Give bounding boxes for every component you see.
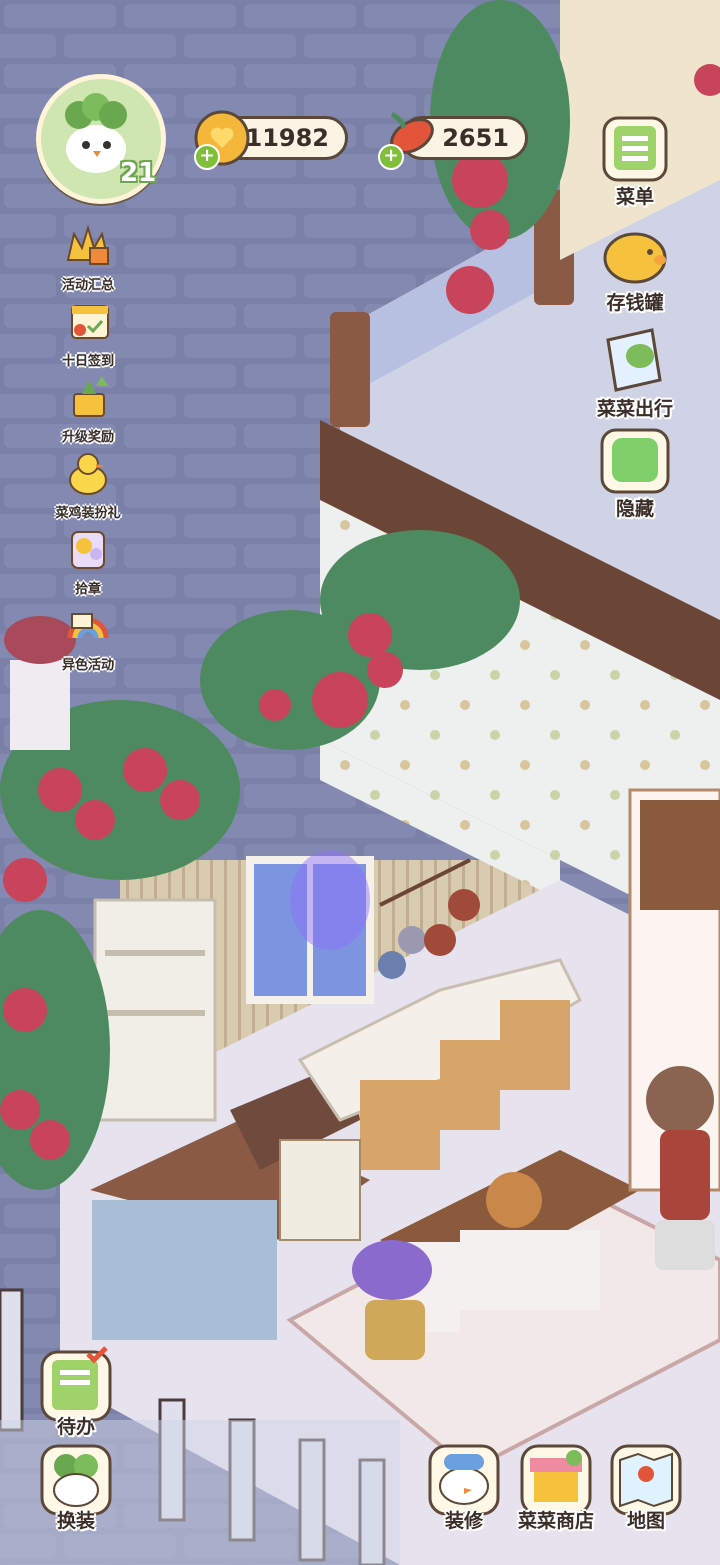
menu-board-icon <box>602 116 668 182</box>
checkin-basket-icon <box>71 305 109 339</box>
todo-label: 待办 <box>56 1416 95 1438</box>
chick-outfit-icon <box>69 453 107 495</box>
veggie-shop-label: 菜菜商店 <box>517 1510 594 1532</box>
recipe-menu-button[interactable]: 菜单 <box>594 110 676 209</box>
collect-badge-label: 拾章 <box>74 582 101 597</box>
chick-outfit-gift-label: 菜鸡装扮礼 <box>55 506 121 521</box>
player-level: 21 <box>120 158 157 188</box>
color-variant-event-label: 异色活动 <box>61 658 114 673</box>
decorate-button[interactable]: 装修 <box>424 1440 504 1533</box>
veggie-shop-button[interactable]: 菜菜商店 <box>506 1440 606 1533</box>
event-summary-label: 活动汇总 <box>61 278 114 293</box>
travel-button[interactable]: 菜菜出行 <box>586 322 684 421</box>
piggy-bank-label: 存钱罐 <box>606 292 664 314</box>
change-outfit-label: 换装 <box>56 1510 95 1532</box>
decorate-label: 装修 <box>444 1510 483 1532</box>
collect-badge-button[interactable]: 拾章 <box>48 524 128 597</box>
todo-button[interactable]: 待办 <box>36 1346 116 1439</box>
change-outfit-button[interactable]: 换装 <box>36 1440 116 1533</box>
add-veggies-button[interactable]: + <box>378 144 404 170</box>
map-button[interactable]: 地图 <box>606 1440 686 1533</box>
travel-ticket-icon <box>606 328 662 392</box>
map-label: 地图 <box>626 1510 665 1532</box>
piggy-bank-icon <box>603 232 667 284</box>
rainbow-event-icon <box>67 613 109 639</box>
veggie-amount: 2651 <box>442 124 509 152</box>
ten-day-checkin-button[interactable]: 十日签到 <box>48 296 128 369</box>
level-up-reward-icon <box>73 376 108 417</box>
badge-scroll-icon <box>71 531 105 569</box>
travel-label: 菜菜出行 <box>596 398 673 420</box>
hide-frame-icon <box>600 428 670 494</box>
event-summary-button[interactable]: 活动汇总 <box>48 220 128 293</box>
coin-amount: 11982 <box>245 124 330 152</box>
ten-day-checkin-label: 十日签到 <box>61 354 114 369</box>
crown-gifts-icon <box>66 224 110 265</box>
level-up-reward-button[interactable]: 升级奖励 <box>48 372 128 445</box>
color-variant-event-button[interactable]: 异色活动 <box>48 600 128 673</box>
chick-outfit-gift-button[interactable]: 菜鸡装扮礼 <box>48 448 128 521</box>
add-coins-button[interactable]: + <box>194 144 220 170</box>
piggy-bank-button[interactable]: 存钱罐 <box>594 216 676 315</box>
hide-ui-button[interactable]: 隐藏 <box>594 422 676 521</box>
level-up-reward-label: 升级奖励 <box>61 430 114 445</box>
